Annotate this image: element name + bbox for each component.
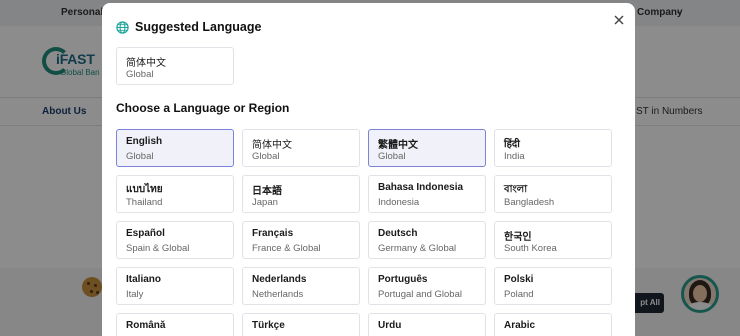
language-name: Deutsch <box>378 228 418 239</box>
language-name: Română <box>126 320 166 331</box>
language-card-hindi[interactable]: हिंदी India <box>494 129 612 167</box>
language-region: Global <box>252 151 280 162</box>
language-name: 日本語 <box>252 186 282 197</box>
language-region: Poland <box>504 289 534 300</box>
language-card-japanese[interactable]: 日本語 Japan <box>242 175 360 213</box>
language-card-french[interactable]: Français France & Global <box>242 221 360 259</box>
language-card-romanian[interactable]: Română <box>116 313 234 336</box>
language-region: Global <box>378 151 406 162</box>
language-name: 简体中文 <box>126 58 166 69</box>
language-card-bahasa-indonesia[interactable]: Bahasa Indonesia Indonesia <box>368 175 486 213</box>
language-card-german[interactable]: Deutsch Germany & Global <box>368 221 486 259</box>
language-name: 한국인 <box>504 232 532 243</box>
language-card-traditional-chinese[interactable]: 繁體中文 Global <box>368 129 486 167</box>
language-region: India <box>504 151 525 162</box>
language-region: Netherlands <box>252 289 304 300</box>
language-card-dutch[interactable]: Nederlands Netherlands <box>242 267 360 305</box>
language-name: Nederlands <box>252 274 307 285</box>
modal-title: Suggested Language <box>135 20 262 34</box>
language-region: Italy <box>126 289 144 300</box>
language-modal: Suggested Language 简体中文 Global Choose a … <box>102 3 635 336</box>
language-name: Português <box>378 274 428 285</box>
language-name: Polski <box>504 274 534 285</box>
language-name: हिंदी <box>504 139 520 150</box>
language-card-korean[interactable]: 한국인 South Korea <box>494 221 612 259</box>
language-name: Bahasa Indonesia <box>378 182 464 193</box>
close-icon[interactable] <box>612 13 626 27</box>
modal-header: Suggested Language <box>116 18 261 36</box>
language-name: 繁體中文 <box>378 140 418 151</box>
language-card-english[interactable]: English Global <box>116 129 234 167</box>
language-card-spanish[interactable]: Español Spain & Global <box>116 221 234 259</box>
language-card-arabic[interactable]: Arabic <box>494 313 612 336</box>
language-name: Arabic <box>504 320 536 331</box>
language-name: แบบไทย <box>126 184 163 195</box>
language-region: Global <box>126 69 154 80</box>
language-region: Portugal and Global <box>378 289 462 300</box>
language-card-urdu[interactable]: Urdu <box>368 313 486 336</box>
language-region: Indonesia <box>378 197 420 208</box>
language-region: Bangladesh <box>504 197 555 208</box>
language-region: Global <box>126 151 154 162</box>
language-card-bengali[interactable]: বাংলা Bangladesh <box>494 175 612 213</box>
language-name: Italiano <box>126 274 162 285</box>
suggested-language-card[interactable]: 简体中文 Global <box>116 47 234 85</box>
language-card-italian[interactable]: Italiano Italy <box>116 267 234 305</box>
language-region: Spain & Global <box>126 243 190 254</box>
language-name: Español <box>126 228 165 239</box>
language-name: 简体中文 <box>252 140 292 151</box>
language-card-simplified-chinese[interactable]: 简体中文 Global <box>242 129 360 167</box>
language-name: Français <box>252 228 294 239</box>
language-card-turkish[interactable]: Türkçe <box>242 313 360 336</box>
language-name: English <box>126 136 163 147</box>
globe-icon <box>116 20 129 34</box>
language-card-thai[interactable]: แบบไทย Thailand <box>116 175 234 213</box>
language-name: Türkçe <box>252 320 285 331</box>
language-region: South Korea <box>504 243 557 254</box>
language-card-portuguese[interactable]: Português Portugal and Global <box>368 267 486 305</box>
language-region: Thailand <box>126 197 163 208</box>
language-name: Urdu <box>378 320 402 331</box>
language-region: Japan <box>252 197 278 208</box>
section-heading: Choose a Language or Region <box>116 101 290 115</box>
language-region: France & Global <box>252 243 321 254</box>
language-region: Germany & Global <box>378 243 457 254</box>
language-card-polish[interactable]: Polski Poland <box>494 267 612 305</box>
